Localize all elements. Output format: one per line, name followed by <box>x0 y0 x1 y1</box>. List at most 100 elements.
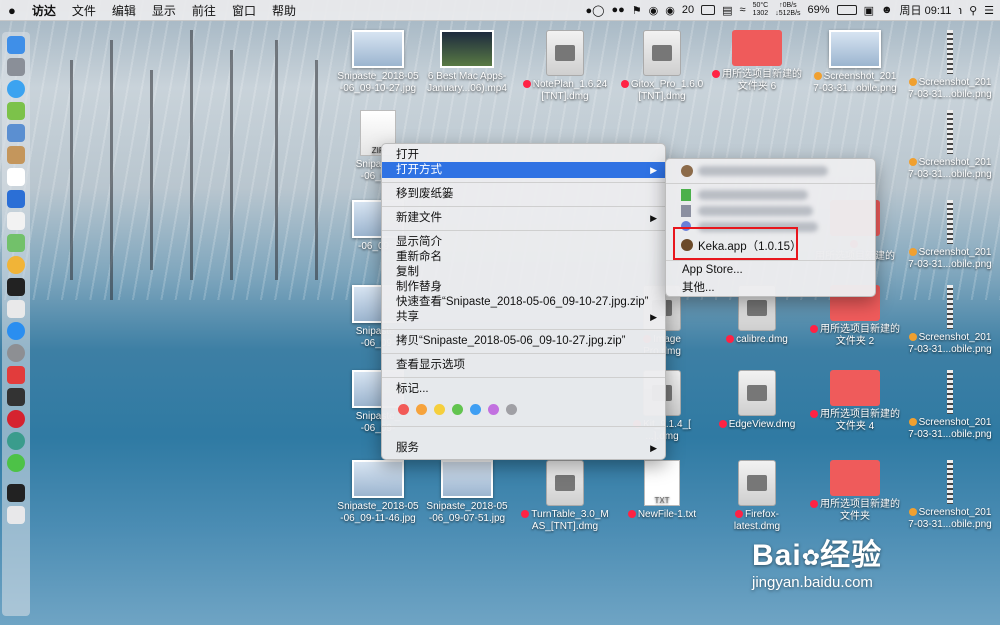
desktop-file[interactable]: Screenshot_201 7-03-31...obile.png <box>905 30 995 101</box>
file-label-line2: 文件夹 <box>840 511 870 522</box>
pushpin-icon[interactable]: ⚑ <box>632 4 642 17</box>
user-icon[interactable]: ☻ <box>881 4 893 16</box>
safari-icon[interactable] <box>7 80 25 98</box>
bluetooth-icon[interactable]: ℩ <box>958 4 962 17</box>
notes-icon[interactable] <box>7 146 25 164</box>
calendar-icon[interactable] <box>7 168 25 186</box>
calendar-icon[interactable]: ▤ <box>722 4 732 17</box>
menu-edit[interactable]: 编辑 <box>104 2 144 19</box>
desktop-file[interactable]: Snipaste_2018-05 -06_09-10-27.jpg <box>333 30 423 95</box>
menu-finder[interactable]: 访达 <box>24 2 64 19</box>
desktop-file[interactable]: TurnTable_3.0_M AS_[TNT].dmg <box>520 460 610 533</box>
desktop-file[interactable]: Firefox-latest.dmg <box>712 460 802 533</box>
menu-item-quick-look[interactable]: 快速查看“Snipaste_2018-05-06_09-10-27.jpg.zi… <box>382 294 665 310</box>
menu-view[interactable]: 显示 <box>144 2 184 19</box>
notification-center-icon[interactable]: ☰ <box>984 4 994 17</box>
other-item[interactable]: 其他... <box>682 279 715 295</box>
android-icon[interactable] <box>7 102 25 120</box>
menu-item-make-alias[interactable]: 制作替身 <box>382 279 665 295</box>
battery-percent[interactable]: 69% <box>808 4 830 16</box>
finder-search-icon[interactable] <box>7 190 25 208</box>
preview-icon[interactable] <box>7 124 25 142</box>
trash-icon[interactable] <box>7 506 25 524</box>
eye-icon[interactable]: ◉ <box>649 4 659 17</box>
network-stats[interactable]: ↑0B/s ↓512B/s <box>775 2 800 18</box>
desktop-file[interactable]: Snipaste_2018-05 -06_09-07-51.jpg <box>422 460 512 525</box>
menu-item-get-info[interactable]: 显示简介 <box>382 234 665 250</box>
menu-item-show-view-options[interactable]: 查看显示选项 <box>382 357 665 373</box>
menu-item-rename[interactable]: 重新命名 <box>382 249 665 265</box>
clock[interactable]: 周日 09:11 <box>900 2 952 18</box>
desktop-file[interactable]: 用所选项目新建的 文件夹 4 <box>810 370 900 433</box>
maps-icon[interactable] <box>7 234 25 252</box>
menu-item-move-to-trash[interactable]: 移到废纸篓 <box>382 186 665 202</box>
separator <box>666 183 875 184</box>
downloads-icon[interactable] <box>7 484 25 502</box>
desktop-file[interactable]: 用所选项目新建的 文件夹 <box>810 460 900 523</box>
tag-color-dot[interactable] <box>416 404 427 415</box>
desktop-file[interactable]: Screenshot_201 7-03-31...obile.png <box>810 30 900 95</box>
input-method-icon[interactable]: ▣ <box>864 4 874 17</box>
photos-icon[interactable] <box>7 256 25 274</box>
desktop-file[interactable]: Snipaste_2018-05 -06_09-11-46.jpg <box>333 460 423 525</box>
launchpad-icon[interactable] <box>7 58 25 76</box>
menu-item-new-file[interactable]: 新建文件 ▶ <box>382 210 665 226</box>
search-icon[interactable]: ⚲ <box>969 4 977 17</box>
tag-color-dot[interactable] <box>398 404 409 415</box>
menu-item-open[interactable]: 打开 <box>382 147 665 163</box>
glasses-icon[interactable]: ●● <box>612 4 625 16</box>
menu-item-tags[interactable]: 标记... <box>382 381 665 397</box>
app-store-icon[interactable] <box>7 322 25 340</box>
cpu-stats[interactable]: 50°C 1302 <box>753 2 769 18</box>
menu-item-open-with[interactable]: 打开方式 ▶ <box>382 162 665 178</box>
tag-color-dot[interactable] <box>452 404 463 415</box>
tag-color-dot[interactable] <box>506 404 517 415</box>
tree <box>190 30 193 280</box>
menu-item-copy[interactable]: 拷贝“Snipaste_2018-05-06_09-10-27.jpg.zip” <box>382 333 665 349</box>
finder-icon[interactable] <box>7 36 25 54</box>
monitor-icon[interactable] <box>7 388 25 406</box>
wechat-icon[interactable]: ◉ <box>665 4 675 17</box>
vivaldi-icon[interactable] <box>7 366 25 384</box>
desktop-file[interactable]: Screenshot_201 7-03-31...obile.png <box>905 460 995 531</box>
wechat-icon[interactable] <box>7 454 25 472</box>
blurred-app-entry[interactable] <box>698 190 808 200</box>
desktop-file[interactable]: Screenshot_201 7-03-31...obile.png <box>905 200 995 271</box>
desktop-file[interactable]: EdgeView.dmg <box>712 370 802 431</box>
menu-help[interactable]: 帮助 <box>264 2 304 19</box>
desktop-file[interactable]: Screenshot_201 7-03-31...obile.png <box>905 285 995 356</box>
wifi-icon[interactable]: ≈ <box>740 4 746 16</box>
toggle-icon[interactable]: ●◯ <box>586 4 605 17</box>
tag-color-dot[interactable] <box>470 404 481 415</box>
desktop-file[interactable]: Screenshot_201 7-03-31...obile.png <box>905 110 995 181</box>
menu-file[interactable]: 文件 <box>64 2 104 19</box>
desktop-file[interactable]: Gitox_Pro_1.6.0 [TNT].dmg <box>617 30 707 103</box>
tag-color-dot[interactable] <box>434 404 445 415</box>
menu-window[interactable]: 窗口 <box>224 2 264 19</box>
battery-icon[interactable] <box>836 5 857 15</box>
desktop-file[interactable]: 6 Best Mac Apps- January...06).mp4 <box>422 30 512 95</box>
display-icon[interactable] <box>701 5 716 15</box>
netease-music-icon[interactable] <box>7 410 25 428</box>
tag-color-dot[interactable] <box>488 404 499 415</box>
desktop-file[interactable]: TXT NewFile-1.txt <box>617 460 707 521</box>
menu-item-services[interactable]: 服务 ▶ <box>382 440 665 456</box>
app-store-item[interactable]: App Store... <box>682 264 743 276</box>
desktop-file[interactable]: NotePlan_1.6.24 [TNT].dmg <box>520 30 610 103</box>
system-preferences-icon[interactable] <box>7 344 25 362</box>
menu-item-duplicate[interactable]: 复制 <box>382 264 665 280</box>
menu-item-share[interactable]: 共享 ▶ <box>382 309 665 325</box>
menu-go[interactable]: 前往 <box>184 2 224 19</box>
reminders-icon[interactable] <box>7 212 25 230</box>
notification-badge[interactable]: 20 <box>682 4 694 16</box>
blurred-app-entry[interactable] <box>698 166 828 176</box>
dmg-file-icon <box>738 460 776 506</box>
app-icon[interactable] <box>7 300 25 318</box>
chat-icon[interactable] <box>7 432 25 450</box>
desktop-file[interactable]: Screenshot_201 7-03-31...obile.png <box>905 370 995 441</box>
desktop-file[interactable]: 用所选项目新建的 文件夹 6 <box>712 30 802 93</box>
blurred-app-entry[interactable] <box>698 206 813 216</box>
terminal-icon[interactable] <box>7 278 25 296</box>
apple-menu-icon[interactable]: ● <box>0 3 24 18</box>
